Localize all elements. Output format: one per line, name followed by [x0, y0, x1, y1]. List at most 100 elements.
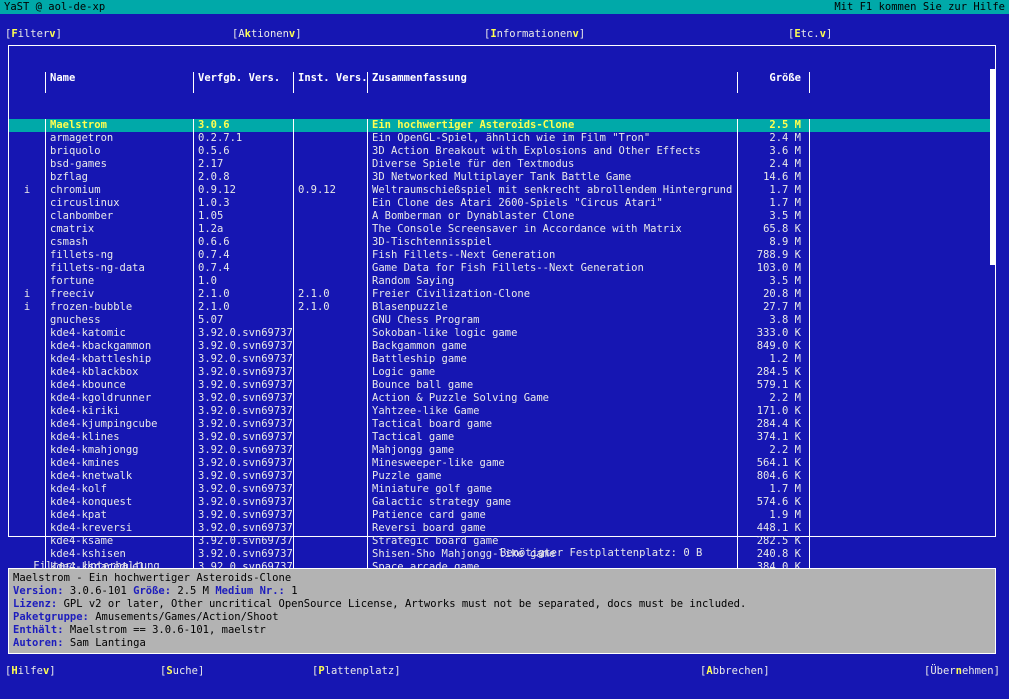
- footer-button-bar: [Hilfev] [Suche] [Plattenplatz] [Abbrechen]…: [0, 665, 1009, 678]
- cell-inst: [293, 132, 367, 145]
- table-row[interactable]: cmatrix1.2aThe Console Screensaver in Ac…: [9, 223, 995, 236]
- table-row[interactable]: armagetron0.2.7.1Ein OpenGL-Spiel, ähnli…: [9, 132, 995, 145]
- table-row[interactable]: fillets-ng-data0.7.4Game Data for Fish F…: [9, 262, 995, 275]
- cell-summary: Ein Clone des Atari 2600-Spiels "Circus …: [367, 197, 737, 210]
- menu-bar: [Filterv] [Aktionenv] [Informationenv] [Etc…: [0, 28, 1009, 41]
- table-row[interactable]: ifreeciv2.1.02.1.0Freier Civilization-Cl…: [9, 288, 995, 301]
- table-row[interactable]: kde4-kreversi3.92.0.svn697375Reversi boa…: [9, 522, 995, 535]
- info-field-value: Sam Lantinga: [70, 637, 146, 649]
- table-row[interactable]: kde4-kblackbox3.92.0.svn697375Logic game…: [9, 366, 995, 379]
- cell-inst: [293, 522, 367, 535]
- cell-status: [9, 522, 45, 535]
- cell-status: [9, 444, 45, 457]
- cell-filler: [809, 119, 995, 132]
- footer-button-suche[interactable]: [Suche]: [160, 665, 204, 678]
- column-header-name: Name: [45, 72, 193, 93]
- cell-summary: 3D-Tischtennisspiel: [367, 236, 737, 249]
- scrollbar-thumb[interactable]: [990, 69, 995, 265]
- footer-button-ubernehmen[interactable]: [Übernehmen]: [924, 665, 1000, 678]
- table-row[interactable]: bzflag2.0.83D Networked Multiplayer Tank…: [9, 171, 995, 184]
- cell-filler: [809, 418, 995, 431]
- cell-summary: Battleship game: [367, 353, 737, 366]
- cell-summary: A Bomberman or Dynablaster Clone: [367, 210, 737, 223]
- column-header-filler: [809, 72, 995, 93]
- cell-inst: [293, 210, 367, 223]
- table-row[interactable]: csmash0.6.63D-Tischtennisspiel8.9 M: [9, 236, 995, 249]
- footer-button-hilfe[interactable]: [Hilfev]: [5, 665, 56, 678]
- table-row-selected[interactable]: Maelstrom3.0.6Ein hochwertiger Asteroids…: [9, 119, 995, 132]
- cell-name: kde4-klines: [45, 431, 193, 444]
- table-row[interactable]: briquolo0.5.63D Action Breakout with Exp…: [9, 145, 995, 158]
- table-row[interactable]: kde4-kpat3.92.0.svn697375Patience card g…: [9, 509, 995, 522]
- info-field-value: GPL v2 or later, Other uncritical OpenSo…: [64, 598, 747, 610]
- table-row[interactable]: kde4-kmahjongg3.92.0.svn697375Mahjongg g…: [9, 444, 995, 457]
- footer-button-abbrechen[interactable]: [Abbrechen]: [700, 665, 770, 678]
- table-row[interactable]: kde4-kmines3.92.0.svn697375Minesweeper-l…: [9, 457, 995, 470]
- cell-inst: [293, 366, 367, 379]
- cell-name: kde4-kolf: [45, 483, 193, 496]
- cell-size: 564.1 K: [737, 457, 809, 470]
- table-row[interactable]: kde4-kbounce3.92.0.svn697375Bounce ball …: [9, 379, 995, 392]
- table-row[interactable]: ichromium0.9.120.9.12Weltraumschießspiel…: [9, 184, 995, 197]
- table-row[interactable]: fillets-ng0.7.4Fish Fillets--Next Genera…: [9, 249, 995, 262]
- cell-size: 1.7 M: [737, 483, 809, 496]
- cell-filler: [809, 522, 995, 535]
- info-field-value: 2.5 M: [177, 585, 215, 597]
- cell-filler: [809, 509, 995, 522]
- cell-status: [9, 392, 45, 405]
- table-row[interactable]: kde4-klines3.92.0.svn697375 Tactical game…: [9, 431, 995, 444]
- cell-avail: 0.2.7.1: [193, 132, 293, 145]
- cell-status: [9, 457, 45, 470]
- table-row[interactable]: kde4-konquest3.92.0.svn697375Galactic st…: [9, 496, 995, 509]
- table-row[interactable]: gnuchess5.07GNU Chess Program3.8 M: [9, 314, 995, 327]
- cell-avail: 2.1.0: [193, 288, 293, 301]
- cell-name: chromium: [45, 184, 193, 197]
- info-line: Version: 3.0.6-101 Größe: 2.5 M Medium N…: [13, 585, 991, 598]
- info-line: Maelstrom - Ein hochwertiger Asteroids-C…: [13, 572, 991, 585]
- info-field-label: Lizenz:: [13, 598, 64, 610]
- table-row[interactable]: kde4-kjumpingcube3.92.0.svn697375Tactica…: [9, 418, 995, 431]
- cell-size: 65.8 K: [737, 223, 809, 236]
- cell-summary: Random Saying: [367, 275, 737, 288]
- table-row[interactable]: kde4-kiriki3.92.0.svn697375Yahtzee-like …: [9, 405, 995, 418]
- cell-avail: 3.92.0.svn697375: [193, 496, 293, 509]
- cell-name: fortune: [45, 275, 193, 288]
- cell-name: kde4-kiriki: [45, 405, 193, 418]
- info-line: Paketgruppe: Amusements/Games/Action/Sho…: [13, 611, 991, 624]
- cell-summary: Tactical game: [367, 431, 737, 444]
- cell-status: [9, 509, 45, 522]
- cell-summary: Mahjongg game: [367, 444, 737, 457]
- table-row[interactable]: fortune1.0Random Saying3.5 M: [9, 275, 995, 288]
- table-row[interactable]: kde4-kgoldrunner3.92.0.svn697375Action &…: [9, 392, 995, 405]
- cell-name: briquolo: [45, 145, 193, 158]
- cell-filler: [809, 262, 995, 275]
- table-row[interactable]: kde4-katomic3.92.0.svn697375Sokoban-like…: [9, 327, 995, 340]
- table-row[interactable]: bsd-games2.17Diverse Spiele für den Text…: [9, 158, 995, 171]
- footer-button-plattenplatz[interactable]: [Plattenplatz]: [312, 665, 401, 678]
- table-row[interactable]: kde4-kbackgammon3.92.0.svn697375Backgamm…: [9, 340, 995, 353]
- table-row[interactable]: kde4-knetwalk3.92.0.svn697375Puzzle game…: [9, 470, 995, 483]
- info-line: Enthält: Maelstrom == 3.0.6-101, maelstr: [13, 624, 991, 637]
- table-row[interactable]: kde4-kolf3.92.0.svn697375Miniature golf …: [9, 483, 995, 496]
- cell-status: [9, 145, 45, 158]
- menu-button-etc[interactable]: [Etc.v]: [788, 28, 832, 41]
- menu-button-informationen[interactable]: [Informationenv]: [484, 28, 585, 41]
- title-bar: YaST @ aol-de-xp Mit F1 kommen Sie zur H…: [0, 0, 1009, 14]
- cell-summary: 3D Networked Multiplayer Tank Battle Gam…: [367, 171, 737, 184]
- cell-name: armagetron: [45, 132, 193, 145]
- table-row[interactable]: kde4-kbattleship3.92.0.svn697375Battlesh…: [9, 353, 995, 366]
- cell-size: 20.8 M: [737, 288, 809, 301]
- table-row[interactable]: circuslinux1.0.3Ein Clone des Atari 2600…: [9, 197, 995, 210]
- menu-button-filter[interactable]: [Filterv]: [5, 28, 62, 41]
- column-header-installed-version: Inst. Vers.: [293, 72, 367, 93]
- menu-button-aktionen[interactable]: [Aktionenv]: [232, 28, 302, 41]
- cell-size: 2.4 M: [737, 158, 809, 171]
- cell-size: 171.0 K: [737, 405, 809, 418]
- table-row[interactable]: ifrozen-bubble2.1.02.1.0Blasenpuzzle27.7…: [9, 301, 995, 314]
- table-row[interactable]: clanbomber1.05A Bomberman or Dynablaster…: [9, 210, 995, 223]
- cell-avail: 3.92.0.svn697375: [193, 431, 293, 444]
- cell-status: [9, 418, 45, 431]
- cell-avail: 2.1.0: [193, 301, 293, 314]
- cell-filler: [809, 444, 995, 457]
- cell-inst: 2.1.0: [293, 301, 367, 314]
